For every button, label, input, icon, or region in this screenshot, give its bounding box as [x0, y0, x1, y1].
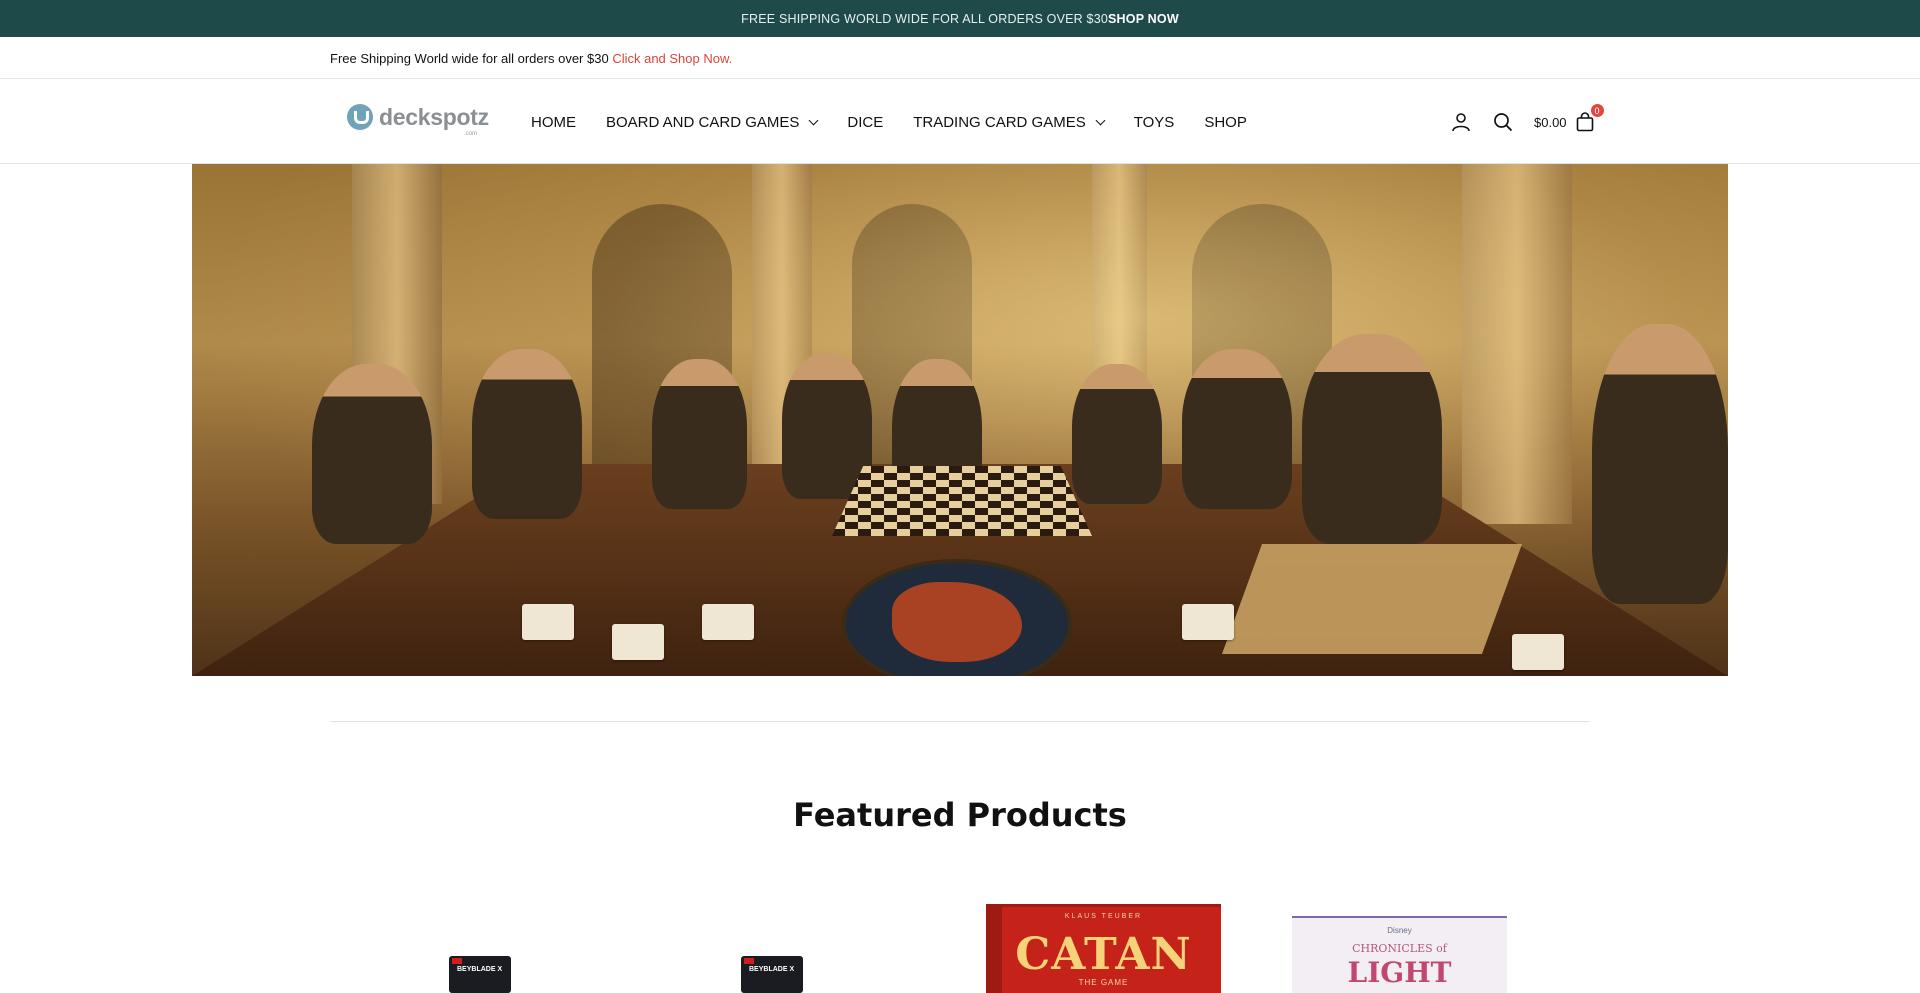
logo-text: deckspotz: [379, 103, 489, 130]
product-image[interactable]: KLAUS TEUBER CATAN THE GAME: [986, 904, 1221, 993]
hero-chessboard: [832, 466, 1092, 536]
hero-card: [1182, 604, 1234, 640]
product-box-brand: Disney: [1387, 926, 1412, 935]
hero-banner-image[interactable]: [192, 164, 1728, 676]
chevron-down-icon: [1095, 115, 1106, 125]
product-logo-mark: [452, 958, 462, 964]
section-divider: [330, 721, 1590, 722]
product-box-text: BEYBLADE X: [457, 966, 503, 973]
nav-item-toys[interactable]: TOYS: [1134, 114, 1175, 131]
hero-map: [1221, 544, 1523, 654]
nav-item-trading-card-games[interactable]: TRADING CARD GAMES: [913, 113, 1106, 131]
logo[interactable]: deckspotz .com: [347, 103, 489, 137]
hero-figure: [652, 359, 747, 509]
nav-item-label: TRADING CARD GAMES: [913, 113, 1086, 131]
shop-now-link[interactable]: SHOP NOW: [1108, 12, 1179, 26]
main-nav: HOME BOARD AND CARD GAMES DICE TRADING C…: [531, 80, 1277, 164]
hero-figure: [1302, 334, 1442, 544]
product-image[interactable]: Disney CHRONICLES of LIGHT: [1292, 916, 1507, 993]
nav-item-dice[interactable]: DICE: [847, 114, 883, 131]
featured-products-title: Featured Products: [793, 796, 1127, 834]
cart-count-badge: 0: [1590, 104, 1604, 117]
nav-item-label: TOYS: [1133, 113, 1175, 131]
cart-total[interactable]: $0.00: [1534, 115, 1567, 130]
product-box-sub: THE GAME: [1078, 978, 1129, 987]
site-header: deckspotz .com HOME BOARD AND CARD GAMES…: [0, 80, 1920, 164]
nav-item-label: BOARD AND CARD GAMES: [606, 113, 800, 131]
account-icon[interactable]: [1448, 109, 1474, 135]
announcement-bar: FREE SHIPPING WORLD WIDE FOR ALL ORDERS …: [0, 0, 1920, 37]
product-box-text: BEYBLADE X: [749, 966, 795, 973]
info-text: Free Shipping World wide for all orders …: [330, 50, 609, 66]
product-image[interactable]: BEYBLADE X: [741, 956, 803, 993]
product-box-title: CATAN: [1015, 929, 1192, 980]
nav-item-home[interactable]: HOME: [531, 114, 576, 131]
nav-item-board-and-card-games[interactable]: BOARD AND CARD GAMES: [606, 113, 819, 131]
announcement-text: FREE SHIPPING WORLD WIDE FOR ALL ORDERS …: [741, 11, 1109, 26]
search-icon[interactable]: [1490, 109, 1516, 135]
nav-item-shop[interactable]: SHOP: [1204, 114, 1247, 131]
product-box-top: KLAUS TEUBER: [1064, 913, 1143, 920]
chevron-down-icon: [808, 115, 819, 125]
nav-item-label: SHOP: [1204, 113, 1247, 131]
logo-sub: .com: [464, 131, 478, 137]
hero-card: [612, 624, 664, 660]
logo-mark-icon: [347, 104, 373, 130]
hero-figure: [472, 349, 582, 519]
info-bar: Free Shipping World wide for all orders …: [0, 38, 1920, 79]
hero-card: [522, 604, 574, 640]
hero-card: [702, 604, 754, 640]
product-box-title: CHRONICLES of: [1352, 942, 1447, 955]
hero-figure: [1072, 364, 1162, 504]
hero-figure: [312, 364, 432, 544]
nav-item-label: DICE: [847, 113, 884, 131]
header-actions: $0.00 0: [1448, 80, 1604, 164]
product-image[interactable]: BEYBLADE X: [449, 956, 511, 993]
nav-item-label: HOME: [531, 113, 576, 131]
product-box-title: LIGHT: [1347, 956, 1452, 989]
hero-figure: [1592, 324, 1728, 604]
cart-icon[interactable]: 0: [1574, 104, 1604, 134]
hero-figure: [1182, 349, 1292, 509]
hero-card: [1512, 634, 1564, 670]
product-logo-mark: [744, 958, 754, 964]
click-and-shop-link[interactable]: Click and Shop Now.: [612, 51, 732, 66]
